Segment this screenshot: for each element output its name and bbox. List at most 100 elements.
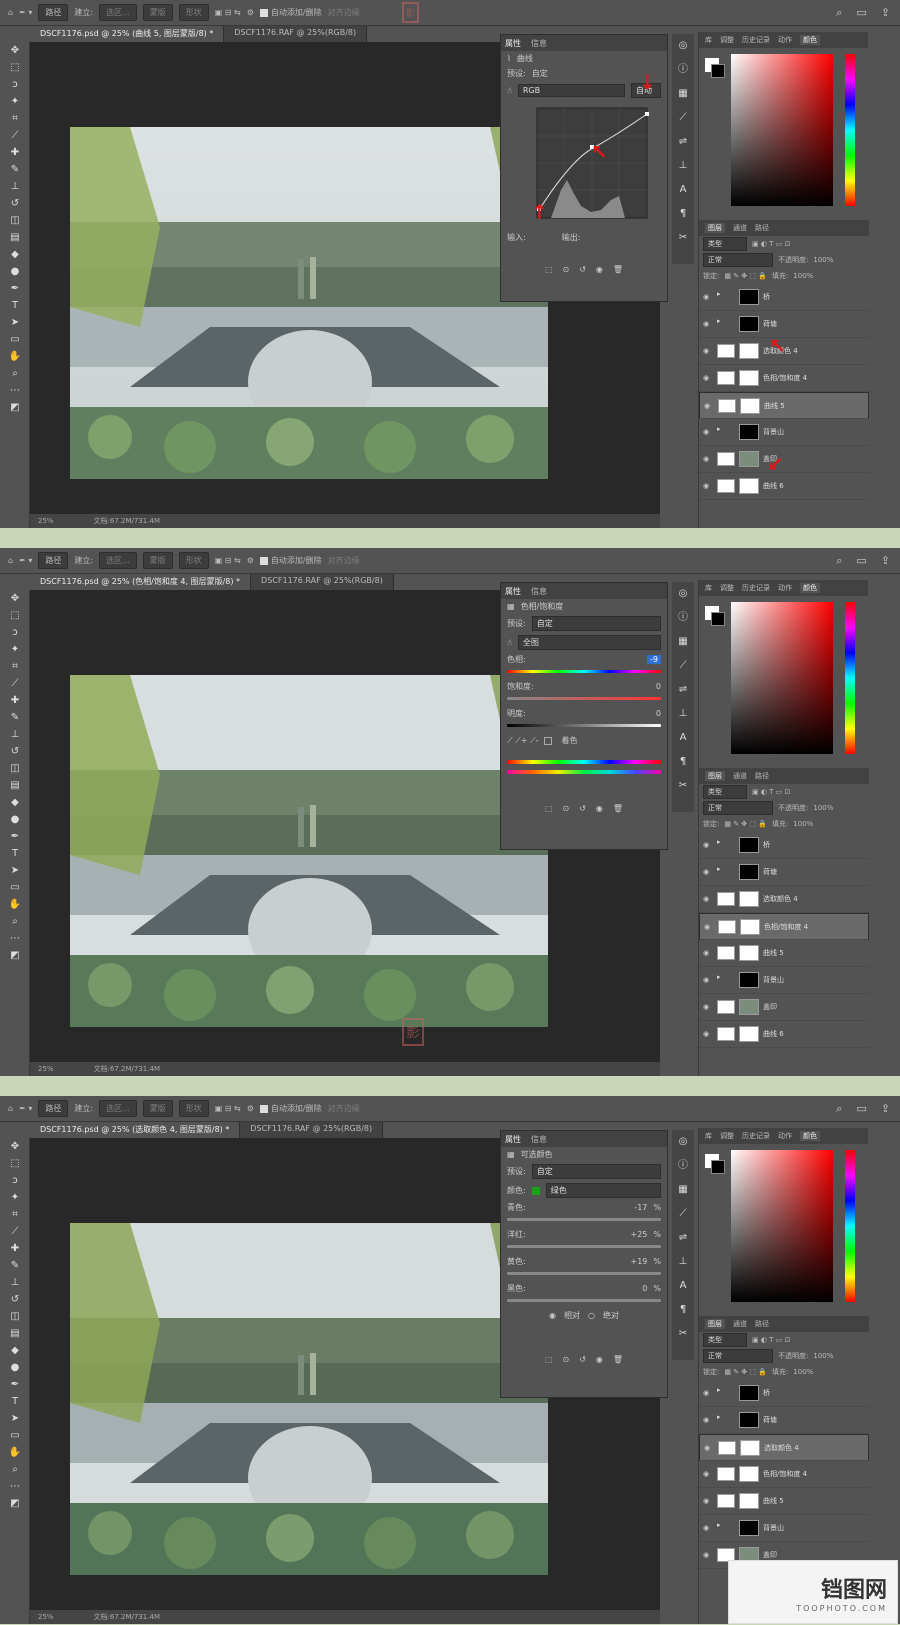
layer-row[interactable]: ◉ 曲线 6: [699, 1021, 869, 1048]
layer-mask-thumb[interactable]: [739, 370, 759, 386]
tab-active-document[interactable]: DSCF1176.psd @ 25% (色相/饱和度 4, 图层蒙版/8) *: [30, 574, 252, 590]
range-select[interactable]: 全图: [517, 635, 661, 650]
absolute-radio[interactable]: ○: [588, 1311, 595, 1320]
hue-slider-track[interactable]: [507, 670, 661, 673]
layer-row[interactable]: ◉ ▸ 荷塘: [699, 1407, 869, 1434]
dodge-icon[interactable]: ●: [0, 811, 30, 828]
align-edges-label[interactable]: 对齐边缘: [328, 7, 360, 18]
paragraph-icon[interactable]: ¶: [672, 202, 694, 226]
search-icon[interactable]: ⌕: [836, 554, 842, 568]
tools-icon[interactable]: ✂: [672, 1322, 694, 1346]
tab-history[interactable]: 历史记录: [742, 35, 770, 45]
workspace-icon[interactable]: ▭: [856, 6, 866, 20]
rectangle-icon[interactable]: ▭: [0, 879, 30, 896]
auto-add-checkbox[interactable]: 自动添加/删除: [259, 7, 322, 18]
tab-libraries[interactable]: 库: [705, 35, 712, 45]
zoom-icon[interactable]: ⌕: [0, 365, 30, 382]
color-select[interactable]: 绿色: [545, 1183, 661, 1198]
kind-filter[interactable]: 类型: [703, 785, 747, 799]
eraser-icon[interactable]: ◫: [0, 760, 30, 777]
path-select-icon[interactable]: ➤: [0, 1410, 30, 1427]
pen-tool-icon[interactable]: ✒ ▾: [19, 556, 32, 565]
layer-mask-thumb[interactable]: [739, 837, 759, 853]
visibility-eye-icon[interactable]: ◉: [703, 428, 713, 436]
layer-mask-thumb[interactable]: [739, 343, 759, 359]
properties-icon[interactable]: ⇌: [672, 130, 694, 154]
visibility-eye-icon[interactable]: ◉: [703, 1003, 713, 1011]
black-slider-track[interactable]: [507, 1299, 661, 1302]
visibility-icon[interactable]: ◉: [596, 265, 603, 274]
dodge-icon[interactable]: ●: [0, 1359, 30, 1376]
opacity-value[interactable]: 100%: [813, 1352, 833, 1360]
type-icon[interactable]: T: [0, 845, 30, 862]
layer-mask-thumb[interactable]: [739, 1026, 759, 1042]
visibility-eye-icon[interactable]: ◉: [703, 293, 713, 301]
trash-icon[interactable]: 🗑: [613, 265, 623, 274]
filter-icons[interactable]: ▣ ◐ T ▭ ⊡: [752, 1336, 790, 1344]
layer-row[interactable]: ◉ 色相/饱和度 4: [699, 1461, 869, 1488]
rectangle-icon[interactable]: ▭: [0, 1427, 30, 1444]
tab-adjustments[interactable]: 调整: [720, 1131, 734, 1141]
mask-button[interactable]: 蒙版: [142, 552, 173, 569]
magenta-value-field[interactable]: +25: [631, 1230, 648, 1239]
align-edges-label[interactable]: 对齐边缘: [328, 1103, 360, 1114]
shape-button[interactable]: 形状: [178, 4, 209, 21]
lock-icons[interactable]: ▦ ✎ ✥ ⬚ 🔒: [724, 1368, 767, 1376]
lasso-tool-icon[interactable]: ↄ: [0, 1172, 30, 1189]
preset-value[interactable]: 自定: [532, 68, 548, 79]
visibility-eye-icon[interactable]: ◉: [704, 402, 714, 410]
color-swatch-icon[interactable]: ◩: [0, 1495, 30, 1512]
layer-row[interactable]: ◉ 色相/饱和度 4: [699, 365, 869, 392]
stamp-icon[interactable]: ⊥: [0, 178, 30, 195]
clone-icon[interactable]: ⊥: [672, 1250, 694, 1274]
visibility-eye-icon[interactable]: ◉: [704, 1444, 714, 1452]
selection-button[interactable]: 选区...: [99, 552, 137, 569]
paragraph-icon[interactable]: ¶: [672, 1298, 694, 1322]
edit-toolbar-icon[interactable]: ⋯: [0, 1478, 30, 1495]
hue-value-field[interactable]: -9: [647, 655, 661, 664]
tab-color[interactable]: 颜色: [800, 1131, 820, 1141]
blend-mode[interactable]: 正常: [703, 801, 773, 815]
eyedropper-icon[interactable]: ⟋: [0, 1223, 30, 1240]
stamp-icon[interactable]: ⊥: [0, 726, 30, 743]
clone-icon[interactable]: ⊥: [672, 702, 694, 726]
layer-mask-thumb[interactable]: [739, 316, 759, 332]
hue-slider[interactable]: [845, 602, 855, 754]
move-tool-icon[interactable]: ✥: [0, 1138, 30, 1155]
view-prev-icon[interactable]: ⊙: [563, 265, 570, 274]
home-icon[interactable]: ⌂: [8, 8, 13, 17]
visibility-eye-icon[interactable]: ◉: [703, 320, 713, 328]
layer-mask-thumb[interactable]: [739, 1385, 759, 1401]
magic-wand-icon[interactable]: ✦: [0, 1189, 30, 1206]
grid-icon[interactable]: ▦: [672, 1178, 694, 1202]
home-icon[interactable]: ⌂: [8, 1104, 13, 1113]
reset-icon[interactable]: ↺: [579, 804, 586, 813]
color-field[interactable]: [731, 1150, 833, 1302]
tab-active-document[interactable]: DSCF1176.psd @ 25% (选取颜色 4, 图层蒙版/8) *: [30, 1122, 241, 1138]
eraser-icon[interactable]: ◫: [0, 1308, 30, 1325]
curves-graph[interactable]: ↓ ↖ ↑: [501, 70, 667, 230]
gear-icon[interactable]: ⚙: [247, 556, 254, 565]
tab-paths[interactable]: 路径: [755, 1319, 769, 1329]
color-swatch-icon[interactable]: ◩: [0, 399, 30, 416]
yellow-value-field[interactable]: +19: [631, 1257, 648, 1266]
tab-info[interactable]: 信息: [531, 586, 547, 597]
path-select-icon[interactable]: ➤: [0, 862, 30, 879]
brush-icon[interactable]: ✎: [0, 1257, 30, 1274]
path-mode-select[interactable]: 路径: [38, 4, 69, 21]
target-adjust-icon[interactable]: ☝: [507, 86, 512, 95]
view-prev-icon[interactable]: ⊙: [563, 804, 570, 813]
zoom-level[interactable]: 25%: [38, 1613, 54, 1621]
pen-icon[interactable]: ✒: [0, 280, 30, 297]
crop-tool-icon[interactable]: ⌗: [0, 658, 30, 675]
brush-icon[interactable]: ✎: [0, 709, 30, 726]
layer-mask-thumb[interactable]: [739, 1412, 759, 1428]
tab-layers[interactable]: 图层: [705, 771, 725, 781]
healing-icon[interactable]: ✚: [0, 692, 30, 709]
magenta-slider-track[interactable]: [507, 1245, 661, 1248]
edit-toolbar-icon[interactable]: ⋯: [0, 382, 30, 399]
path-select-icon[interactable]: ➤: [0, 314, 30, 331]
marquee-tool-icon[interactable]: ⬚: [0, 607, 30, 624]
marquee-tool-icon[interactable]: ⬚: [0, 59, 30, 76]
layer-row[interactable]: ◉ 盖印: [699, 994, 869, 1021]
